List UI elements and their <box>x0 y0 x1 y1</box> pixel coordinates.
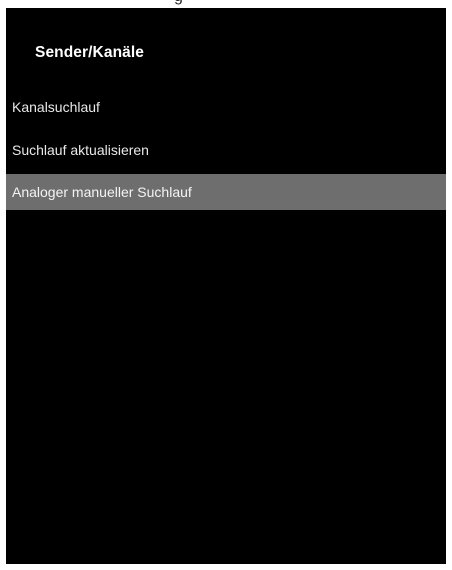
menu-list: Kanalsuchlauf Suchlauf aktualisieren Ana… <box>6 86 446 210</box>
cut-off-caption: g <box>174 0 183 6</box>
menu-item-analoger-manueller-suchlauf[interactable]: Analoger manueller Suchlauf <box>6 174 446 210</box>
menu-item-kanalsuchlauf[interactable]: Kanalsuchlauf <box>6 86 446 129</box>
menu-item-suchlauf-aktualisieren[interactable]: Suchlauf aktualisieren <box>6 129 446 172</box>
top-edge-strip: g <box>0 0 452 8</box>
tv-menu-screen: Sender/Kanäle Kanalsuchlauf Suchlauf akt… <box>6 8 446 564</box>
page-title: Sender/Kanäle <box>35 44 144 61</box>
